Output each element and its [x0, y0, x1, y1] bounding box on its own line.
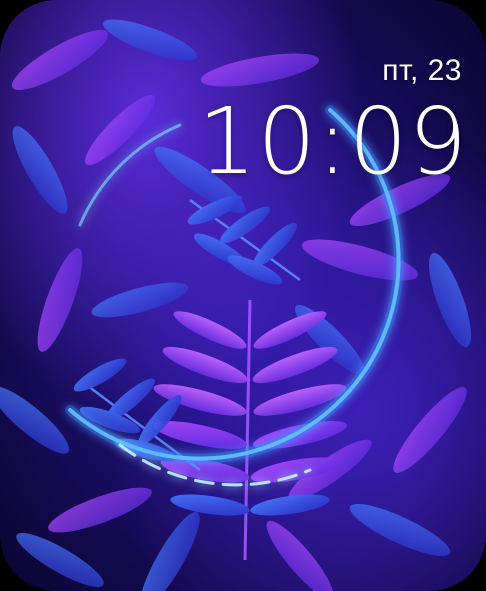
time-display: 10:09	[197, 88, 468, 195]
watch-face[interactable]: пт, 23 10:09	[0, 0, 486, 591]
date-label: пт, 23	[382, 54, 462, 87]
